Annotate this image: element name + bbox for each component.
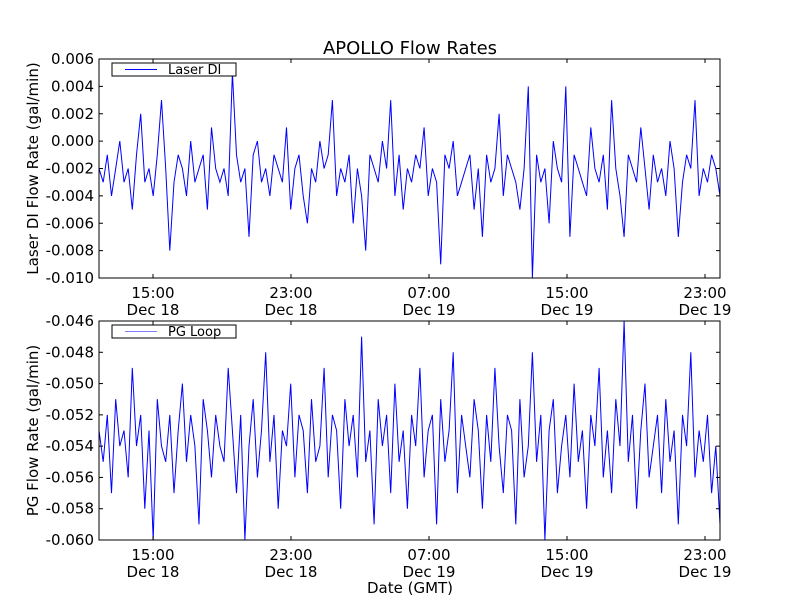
x-tick-label-time: 23:00 xyxy=(683,284,726,302)
y-tick-label: 0.000 xyxy=(51,132,94,150)
legend: Laser DI xyxy=(111,62,237,78)
x-axis-label: Date (GMT) xyxy=(367,579,453,597)
x-tick-label-date: Dec 19 xyxy=(541,301,594,319)
x-tick-label-date: Dec 18 xyxy=(265,563,318,581)
legend-label: Laser DI xyxy=(168,63,221,78)
x-tick-label-time: 15:00 xyxy=(131,284,174,302)
y-tick-label: -0.006 xyxy=(46,214,94,232)
legend-label: PG Loop xyxy=(168,325,221,340)
figure-background xyxy=(0,0,800,600)
x-tick-label-date: Dec 19 xyxy=(403,563,456,581)
y-tick-label: -0.004 xyxy=(46,187,94,205)
y-tick-label: -0.046 xyxy=(46,312,94,330)
y-tick-label: -0.056 xyxy=(46,468,94,486)
x-tick-label-time: 15:00 xyxy=(545,546,588,564)
x-tick-label-date: Dec 19 xyxy=(541,563,594,581)
legend: PG Loop xyxy=(111,324,237,340)
x-tick-label-time: 07:00 xyxy=(407,546,450,564)
x-tick-label-time: 15:00 xyxy=(131,546,174,564)
x-tick-label-date: Dec 18 xyxy=(127,563,180,581)
x-tick-label-time: 23:00 xyxy=(683,546,726,564)
x-tick-label-date: Dec 19 xyxy=(679,563,732,581)
x-tick-label-date: Dec 19 xyxy=(679,301,732,319)
y-tick-label: -0.050 xyxy=(46,375,94,393)
x-tick-label-date: Dec 18 xyxy=(265,301,318,319)
x-tick-label-time: 23:00 xyxy=(269,546,312,564)
y-tick-label: -0.058 xyxy=(46,500,94,518)
y-tick-label: -0.060 xyxy=(46,531,94,549)
x-tick-label-time: 23:00 xyxy=(269,284,312,302)
x-tick-label-date: Dec 18 xyxy=(127,301,180,319)
apollo-flow-rates-figure: APOLLO Flow Rates Date (GMT) 0.006 0.004 0… xyxy=(0,0,800,600)
y-tick-label: 0.004 xyxy=(51,77,94,95)
y-tick-label: 0.006 xyxy=(51,50,94,68)
y-tick-label: -0.010 xyxy=(46,269,94,287)
y-tick-label: -0.002 xyxy=(46,160,94,178)
chart-title: APOLLO Flow Rates xyxy=(323,38,497,59)
y-tick-label: 0.002 xyxy=(51,105,94,123)
y-tick-label: -0.052 xyxy=(46,406,94,424)
y-axis-label: Laser DI Flow Rate (gal/min) xyxy=(24,62,42,274)
y-axis-label: PG Flow Rate (gal/min) xyxy=(24,345,42,517)
y-tick-label: -0.048 xyxy=(46,343,94,361)
x-tick-label-time: 07:00 xyxy=(407,284,450,302)
x-tick-label-date: Dec 19 xyxy=(403,301,456,319)
y-tick-label: -0.008 xyxy=(46,242,94,260)
x-tick-label-time: 15:00 xyxy=(545,284,588,302)
y-tick-label: -0.054 xyxy=(46,437,94,455)
